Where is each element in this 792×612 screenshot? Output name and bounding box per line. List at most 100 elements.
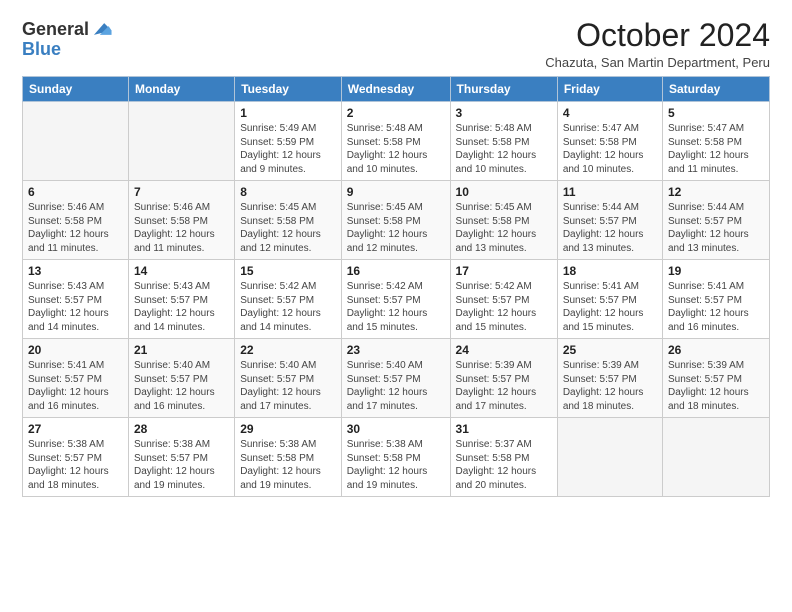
- calendar-cell: 2 Sunrise: 5:48 AMSunset: 5:58 PMDayligh…: [341, 102, 450, 181]
- calendar-cell: 12 Sunrise: 5:44 AMSunset: 5:57 PMDaylig…: [662, 181, 769, 260]
- calendar-cell: 10 Sunrise: 5:45 AMSunset: 5:58 PMDaylig…: [450, 181, 557, 260]
- day-number: 6: [28, 185, 123, 199]
- day-info: Sunrise: 5:40 AMSunset: 5:57 PMDaylight:…: [347, 360, 428, 412]
- day-number: 26: [668, 343, 764, 357]
- calendar-cell: 18 Sunrise: 5:41 AMSunset: 5:57 PMDaylig…: [557, 260, 662, 339]
- calendar-cell: 8 Sunrise: 5:45 AMSunset: 5:58 PMDayligh…: [235, 181, 342, 260]
- logo-blue-text: Blue: [22, 40, 61, 58]
- day-number: 23: [347, 343, 445, 357]
- day-info: Sunrise: 5:38 AMSunset: 5:57 PMDaylight:…: [28, 439, 109, 491]
- day-number: 31: [456, 422, 552, 436]
- calendar-cell: 28 Sunrise: 5:38 AMSunset: 5:57 PMDaylig…: [128, 418, 234, 497]
- day-info: Sunrise: 5:38 AMSunset: 5:57 PMDaylight:…: [134, 439, 215, 491]
- day-number: 17: [456, 264, 552, 278]
- day-number: 25: [563, 343, 657, 357]
- day-info: Sunrise: 5:44 AMSunset: 5:57 PMDaylight:…: [668, 202, 749, 254]
- col-header-thursday: Thursday: [450, 77, 557, 102]
- calendar-cell: 4 Sunrise: 5:47 AMSunset: 5:58 PMDayligh…: [557, 102, 662, 181]
- day-number: 2: [347, 106, 445, 120]
- calendar-cell: 5 Sunrise: 5:47 AMSunset: 5:58 PMDayligh…: [662, 102, 769, 181]
- calendar-cell: 22 Sunrise: 5:40 AMSunset: 5:57 PMDaylig…: [235, 339, 342, 418]
- day-info: Sunrise: 5:41 AMSunset: 5:57 PMDaylight:…: [668, 281, 749, 333]
- day-number: 5: [668, 106, 764, 120]
- day-info: Sunrise: 5:45 AMSunset: 5:58 PMDaylight:…: [456, 202, 537, 254]
- calendar-cell: 7 Sunrise: 5:46 AMSunset: 5:58 PMDayligh…: [128, 181, 234, 260]
- day-number: 12: [668, 185, 764, 199]
- calendar-week-0: 1 Sunrise: 5:49 AMSunset: 5:59 PMDayligh…: [23, 102, 770, 181]
- day-info: Sunrise: 5:47 AMSunset: 5:58 PMDaylight:…: [668, 123, 749, 175]
- month-title: October 2024: [545, 18, 770, 53]
- calendar-cell: 26 Sunrise: 5:39 AMSunset: 5:57 PMDaylig…: [662, 339, 769, 418]
- day-info: Sunrise: 5:38 AMSunset: 5:58 PMDaylight:…: [347, 439, 428, 491]
- day-number: 22: [240, 343, 336, 357]
- day-number: 13: [28, 264, 123, 278]
- day-number: 3: [456, 106, 552, 120]
- day-info: Sunrise: 5:45 AMSunset: 5:58 PMDaylight:…: [347, 202, 428, 254]
- day-info: Sunrise: 5:45 AMSunset: 5:58 PMDaylight:…: [240, 202, 321, 254]
- logo-icon: [91, 18, 113, 40]
- day-info: Sunrise: 5:40 AMSunset: 5:57 PMDaylight:…: [134, 360, 215, 412]
- day-info: Sunrise: 5:46 AMSunset: 5:58 PMDaylight:…: [28, 202, 109, 254]
- day-info: Sunrise: 5:42 AMSunset: 5:57 PMDaylight:…: [347, 281, 428, 333]
- calendar-cell: 24 Sunrise: 5:39 AMSunset: 5:57 PMDaylig…: [450, 339, 557, 418]
- calendar-cell: 30 Sunrise: 5:38 AMSunset: 5:58 PMDaylig…: [341, 418, 450, 497]
- calendar-cell: 21 Sunrise: 5:40 AMSunset: 5:57 PMDaylig…: [128, 339, 234, 418]
- calendar-cell: [23, 102, 129, 181]
- day-info: Sunrise: 5:40 AMSunset: 5:57 PMDaylight:…: [240, 360, 321, 412]
- col-header-tuesday: Tuesday: [235, 77, 342, 102]
- calendar-cell: 14 Sunrise: 5:43 AMSunset: 5:57 PMDaylig…: [128, 260, 234, 339]
- day-info: Sunrise: 5:48 AMSunset: 5:58 PMDaylight:…: [347, 123, 428, 175]
- day-number: 14: [134, 264, 229, 278]
- day-number: 10: [456, 185, 552, 199]
- calendar-cell: 31 Sunrise: 5:37 AMSunset: 5:58 PMDaylig…: [450, 418, 557, 497]
- day-info: Sunrise: 5:49 AMSunset: 5:59 PMDaylight:…: [240, 123, 321, 175]
- calendar-week-4: 27 Sunrise: 5:38 AMSunset: 5:57 PMDaylig…: [23, 418, 770, 497]
- day-info: Sunrise: 5:39 AMSunset: 5:57 PMDaylight:…: [668, 360, 749, 412]
- col-header-wednesday: Wednesday: [341, 77, 450, 102]
- day-info: Sunrise: 5:43 AMSunset: 5:57 PMDaylight:…: [134, 281, 215, 333]
- day-info: Sunrise: 5:42 AMSunset: 5:57 PMDaylight:…: [240, 281, 321, 333]
- day-number: 4: [563, 106, 657, 120]
- day-number: 1: [240, 106, 336, 120]
- calendar-cell: [557, 418, 662, 497]
- calendar-cell: 23 Sunrise: 5:40 AMSunset: 5:57 PMDaylig…: [341, 339, 450, 418]
- calendar-week-2: 13 Sunrise: 5:43 AMSunset: 5:57 PMDaylig…: [23, 260, 770, 339]
- day-info: Sunrise: 5:48 AMSunset: 5:58 PMDaylight:…: [456, 123, 537, 175]
- calendar-cell: 25 Sunrise: 5:39 AMSunset: 5:57 PMDaylig…: [557, 339, 662, 418]
- day-info: Sunrise: 5:39 AMSunset: 5:57 PMDaylight:…: [456, 360, 537, 412]
- day-info: Sunrise: 5:47 AMSunset: 5:58 PMDaylight:…: [563, 123, 644, 175]
- day-number: 30: [347, 422, 445, 436]
- day-info: Sunrise: 5:44 AMSunset: 5:57 PMDaylight:…: [563, 202, 644, 254]
- calendar-cell: 29 Sunrise: 5:38 AMSunset: 5:58 PMDaylig…: [235, 418, 342, 497]
- calendar-week-3: 20 Sunrise: 5:41 AMSunset: 5:57 PMDaylig…: [23, 339, 770, 418]
- day-number: 29: [240, 422, 336, 436]
- calendar-cell: 16 Sunrise: 5:42 AMSunset: 5:57 PMDaylig…: [341, 260, 450, 339]
- day-info: Sunrise: 5:37 AMSunset: 5:58 PMDaylight:…: [456, 439, 537, 491]
- day-info: Sunrise: 5:41 AMSunset: 5:57 PMDaylight:…: [563, 281, 644, 333]
- calendar-cell: 27 Sunrise: 5:38 AMSunset: 5:57 PMDaylig…: [23, 418, 129, 497]
- day-number: 7: [134, 185, 229, 199]
- title-block: October 2024 Chazuta, San Martin Departm…: [545, 18, 770, 70]
- day-number: 20: [28, 343, 123, 357]
- logo-general-text: General: [22, 20, 89, 38]
- day-info: Sunrise: 5:46 AMSunset: 5:58 PMDaylight:…: [134, 202, 215, 254]
- header: General Blue October 2024 Chazuta, San M…: [22, 18, 770, 70]
- day-number: 28: [134, 422, 229, 436]
- day-number: 21: [134, 343, 229, 357]
- calendar-cell: 19 Sunrise: 5:41 AMSunset: 5:57 PMDaylig…: [662, 260, 769, 339]
- day-number: 8: [240, 185, 336, 199]
- col-header-sunday: Sunday: [23, 77, 129, 102]
- calendar-cell: 9 Sunrise: 5:45 AMSunset: 5:58 PMDayligh…: [341, 181, 450, 260]
- calendar-cell: 15 Sunrise: 5:42 AMSunset: 5:57 PMDaylig…: [235, 260, 342, 339]
- day-number: 27: [28, 422, 123, 436]
- logo: General Blue: [22, 18, 113, 58]
- calendar-cell: 1 Sunrise: 5:49 AMSunset: 5:59 PMDayligh…: [235, 102, 342, 181]
- calendar-header-row: SundayMondayTuesdayWednesdayThursdayFrid…: [23, 77, 770, 102]
- col-header-friday: Friday: [557, 77, 662, 102]
- calendar-cell: 3 Sunrise: 5:48 AMSunset: 5:58 PMDayligh…: [450, 102, 557, 181]
- day-info: Sunrise: 5:38 AMSunset: 5:58 PMDaylight:…: [240, 439, 321, 491]
- day-number: 24: [456, 343, 552, 357]
- calendar-week-1: 6 Sunrise: 5:46 AMSunset: 5:58 PMDayligh…: [23, 181, 770, 260]
- day-info: Sunrise: 5:42 AMSunset: 5:57 PMDaylight:…: [456, 281, 537, 333]
- day-number: 16: [347, 264, 445, 278]
